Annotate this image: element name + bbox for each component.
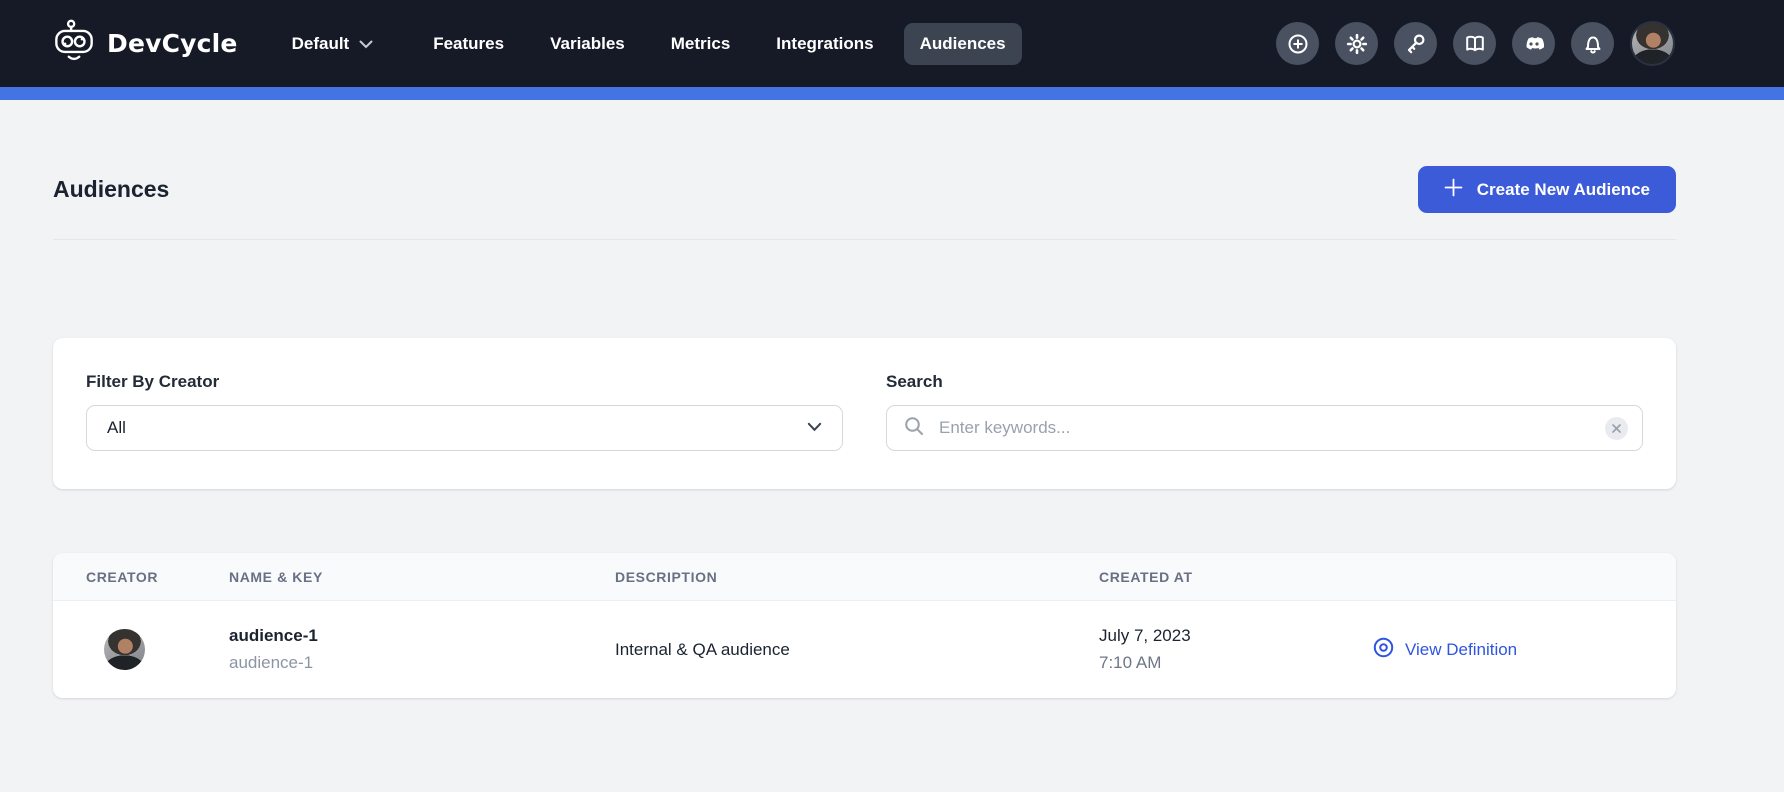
- created-at-cell: July 7, 2023 7:10 AM: [1099, 623, 1372, 676]
- api-key-icon: [1404, 32, 1428, 56]
- docs-button[interactable]: [1453, 22, 1496, 65]
- docs-book-icon: [1463, 32, 1487, 56]
- user-avatar[interactable]: [1630, 21, 1675, 66]
- audience-key: audience-1: [229, 650, 615, 676]
- main-content: Audiences Create New Audience Filter By …: [0, 100, 1784, 698]
- actions-cell: View Definition: [1372, 636, 1676, 664]
- clear-search-button[interactable]: [1605, 417, 1628, 440]
- discord-button[interactable]: [1512, 22, 1555, 65]
- eye-icon: [1372, 636, 1395, 664]
- add-button[interactable]: [1276, 22, 1319, 65]
- table-header-row: CREATOR NAME & KEY DESCRIPTION CREATED A…: [53, 553, 1676, 601]
- creator-cell: [86, 629, 229, 670]
- creator-filter-value: All: [107, 418, 126, 438]
- created-date: July 7, 2023: [1099, 623, 1372, 649]
- view-definition-link[interactable]: View Definition: [1372, 636, 1517, 664]
- search-group: Search: [886, 372, 1643, 451]
- settings-gear-icon: [1345, 32, 1369, 56]
- filter-card: Filter By Creator All Search: [53, 338, 1676, 489]
- name-key-cell: audience-1 audience-1: [229, 623, 615, 676]
- table-row[interactable]: audience-1 audience-1 Internal & QA audi…: [53, 601, 1676, 698]
- creator-filter-label: Filter By Creator: [86, 372, 843, 392]
- create-new-audience-button[interactable]: Create New Audience: [1418, 166, 1676, 213]
- page-header: Audiences Create New Audience: [53, 100, 1676, 213]
- devcycle-togglebot-icon: [53, 18, 95, 69]
- column-header-description: DESCRIPTION: [615, 569, 1099, 585]
- add-circle-icon: [1286, 32, 1310, 56]
- search-input[interactable]: [937, 417, 1605, 439]
- navbar-actions: [1276, 21, 1675, 66]
- top-navbar: DevCycle Default Features Variables Metr…: [0, 0, 1784, 87]
- chevron-down-icon: [359, 34, 373, 54]
- accent-bar: [0, 87, 1784, 100]
- discord-icon: [1521, 31, 1547, 57]
- created-time: 7:10 AM: [1099, 650, 1372, 676]
- brand-name: DevCycle: [107, 29, 238, 58]
- nav-item-audiences[interactable]: Audiences: [904, 23, 1022, 65]
- create-new-audience-label: Create New Audience: [1477, 180, 1650, 200]
- search-icon: [903, 415, 925, 442]
- creator-filter-select[interactable]: All: [86, 405, 843, 451]
- title-divider: [53, 239, 1676, 240]
- creator-filter-group: Filter By Creator All: [86, 372, 843, 451]
- creator-avatar: [104, 629, 145, 670]
- primary-nav: Features Variables Metrics Integrations …: [417, 23, 1021, 65]
- project-selector[interactable]: Default: [286, 33, 380, 55]
- view-definition-label: View Definition: [1405, 640, 1517, 660]
- notifications-bell-icon: [1581, 32, 1605, 56]
- column-header-creator: CREATOR: [86, 569, 229, 585]
- search-box: [886, 405, 1643, 451]
- search-label: Search: [886, 372, 1643, 392]
- audience-name: audience-1: [229, 623, 615, 649]
- nav-item-features[interactable]: Features: [417, 23, 520, 65]
- notifications-button[interactable]: [1571, 22, 1614, 65]
- column-header-name-key: NAME & KEY: [229, 569, 615, 585]
- api-keys-button[interactable]: [1394, 22, 1437, 65]
- description-cell: Internal & QA audience: [615, 640, 1099, 660]
- brand[interactable]: DevCycle: [53, 18, 238, 69]
- chevron-down-icon: [807, 419, 822, 437]
- audiences-table: CREATOR NAME & KEY DESCRIPTION CREATED A…: [53, 553, 1676, 698]
- nav-item-metrics[interactable]: Metrics: [655, 23, 747, 65]
- nav-item-integrations[interactable]: Integrations: [760, 23, 889, 65]
- close-icon: [1612, 421, 1621, 436]
- column-header-created-at: CREATED AT: [1099, 569, 1372, 585]
- plus-icon: [1444, 178, 1463, 202]
- page-title: Audiences: [53, 176, 169, 203]
- settings-button[interactable]: [1335, 22, 1378, 65]
- project-selector-label: Default: [292, 34, 350, 54]
- nav-item-variables[interactable]: Variables: [534, 23, 641, 65]
